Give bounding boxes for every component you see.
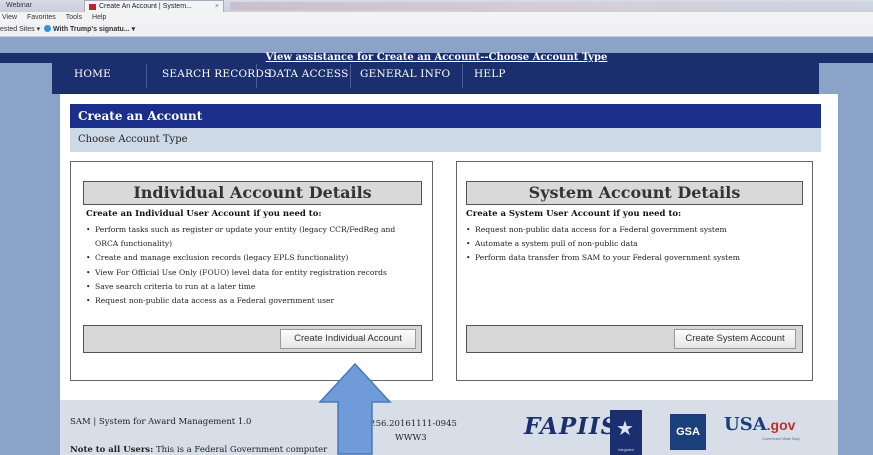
browser-tab-active[interactable]: Create An Account | System... × (84, 0, 224, 12)
list-item-continuation-text: ORCA functionality) (95, 239, 173, 249)
create-individual-account-button[interactable]: Create Individual Account (280, 329, 416, 349)
system-requirements-list: Request non-public data access for a Fed… (466, 223, 806, 266)
footer-sam-title: SAM | System for Award Management 1.0 (70, 417, 252, 427)
sam-favicon-icon (89, 4, 96, 10)
gsa-logo[interactable]: GSA (670, 414, 706, 450)
menu-help[interactable]: Help (92, 14, 106, 21)
list-item: Request non-public data access as a Fede… (86, 294, 426, 308)
footer-note-label: Note to all Users: (70, 445, 154, 455)
list-item: Create and manage exclusion records (leg… (86, 251, 426, 265)
footer-note-text: This is a Federal Government computer (155, 445, 328, 455)
system-panel-lead: Create a System User Account if you need… (466, 209, 682, 219)
system-panel-title: System Account Details (466, 181, 803, 205)
menu-view[interactable]: View (2, 14, 17, 21)
usa-gov-usa: USA (724, 414, 767, 435)
list-item-continuation: ORCA functionality) (86, 237, 426, 251)
usa-gov-tagline: Government Made Easy (762, 437, 800, 441)
integrated-badge-logo[interactable]: ★ Integrated (610, 410, 642, 455)
star-icon: ★ (616, 416, 634, 440)
menu-favorites[interactable]: Favorites (27, 14, 56, 21)
usa-gov-suffix: .gov (766, 417, 796, 433)
footer-note: Note to all Users: This is a Federal Gov… (70, 445, 327, 455)
nav-home[interactable]: HOME (74, 68, 111, 86)
footer-server: WWW3 (395, 433, 427, 443)
favorite-suggested-sites[interactable]: ested Sites ▾ (0, 24, 40, 36)
active-tab-label: Create An Account | System... (99, 3, 192, 10)
page-title: Create an Account (70, 104, 821, 128)
favorites-bar: ested Sites ▾ With Trump's signatu... ▾ (0, 24, 873, 37)
browser-menu-bar: View Favorites Tools Help (0, 12, 873, 24)
ie-icon (44, 25, 51, 32)
individual-panel-lead: Create an Individual User Account if you… (86, 209, 322, 219)
create-system-account-button[interactable]: Create System Account (674, 329, 796, 349)
page-subtitle: Choose Account Type (70, 128, 821, 152)
nav-divider (256, 64, 257, 88)
nav-divider (462, 64, 463, 88)
browser-tab-webinar[interactable]: Webinar (0, 0, 38, 12)
list-item: Request non-public data access for a Fed… (466, 223, 806, 237)
nav-data-access[interactable]: DATA ACCESS (268, 68, 349, 86)
badge-label: Integrated (618, 448, 634, 452)
list-item: Perform data transfer from SAM to your F… (466, 251, 806, 265)
browser-tab-bar: Webinar Create An Account | System... × (0, 0, 873, 12)
tab-close-icon[interactable]: × (215, 1, 219, 12)
nav-help[interactable]: HELP (474, 68, 506, 86)
list-item: Save search criteria to run at a later t… (86, 280, 426, 294)
individual-panel-title: Individual Account Details (83, 181, 422, 205)
menu-tools[interactable]: Tools (66, 14, 82, 21)
fapiis-logo[interactable]: FAPIIS (524, 413, 618, 440)
usa-gov-logo[interactable]: USA.gov (724, 414, 795, 435)
nav-divider (146, 64, 147, 88)
nav-search-records[interactable]: SEARCH RECORDS (162, 68, 271, 86)
list-item: Automate a system pull of non-public dat… (466, 237, 806, 251)
list-item: Perform tasks such as register or update… (86, 223, 426, 237)
up-arrow-icon (318, 362, 392, 455)
nav-general-info[interactable]: GENERAL INFO (360, 68, 450, 86)
list-item: View For Official Use Only (FOUO) level … (86, 266, 426, 280)
browser-title-strip (230, 2, 873, 10)
favorite-trump-label: With Trump's signatu... ▾ (53, 26, 136, 33)
favorite-trump-signature[interactable]: With Trump's signatu... ▾ (44, 24, 135, 36)
nav-divider (350, 64, 351, 88)
individual-requirements-list: Perform tasks such as register or update… (86, 223, 426, 308)
